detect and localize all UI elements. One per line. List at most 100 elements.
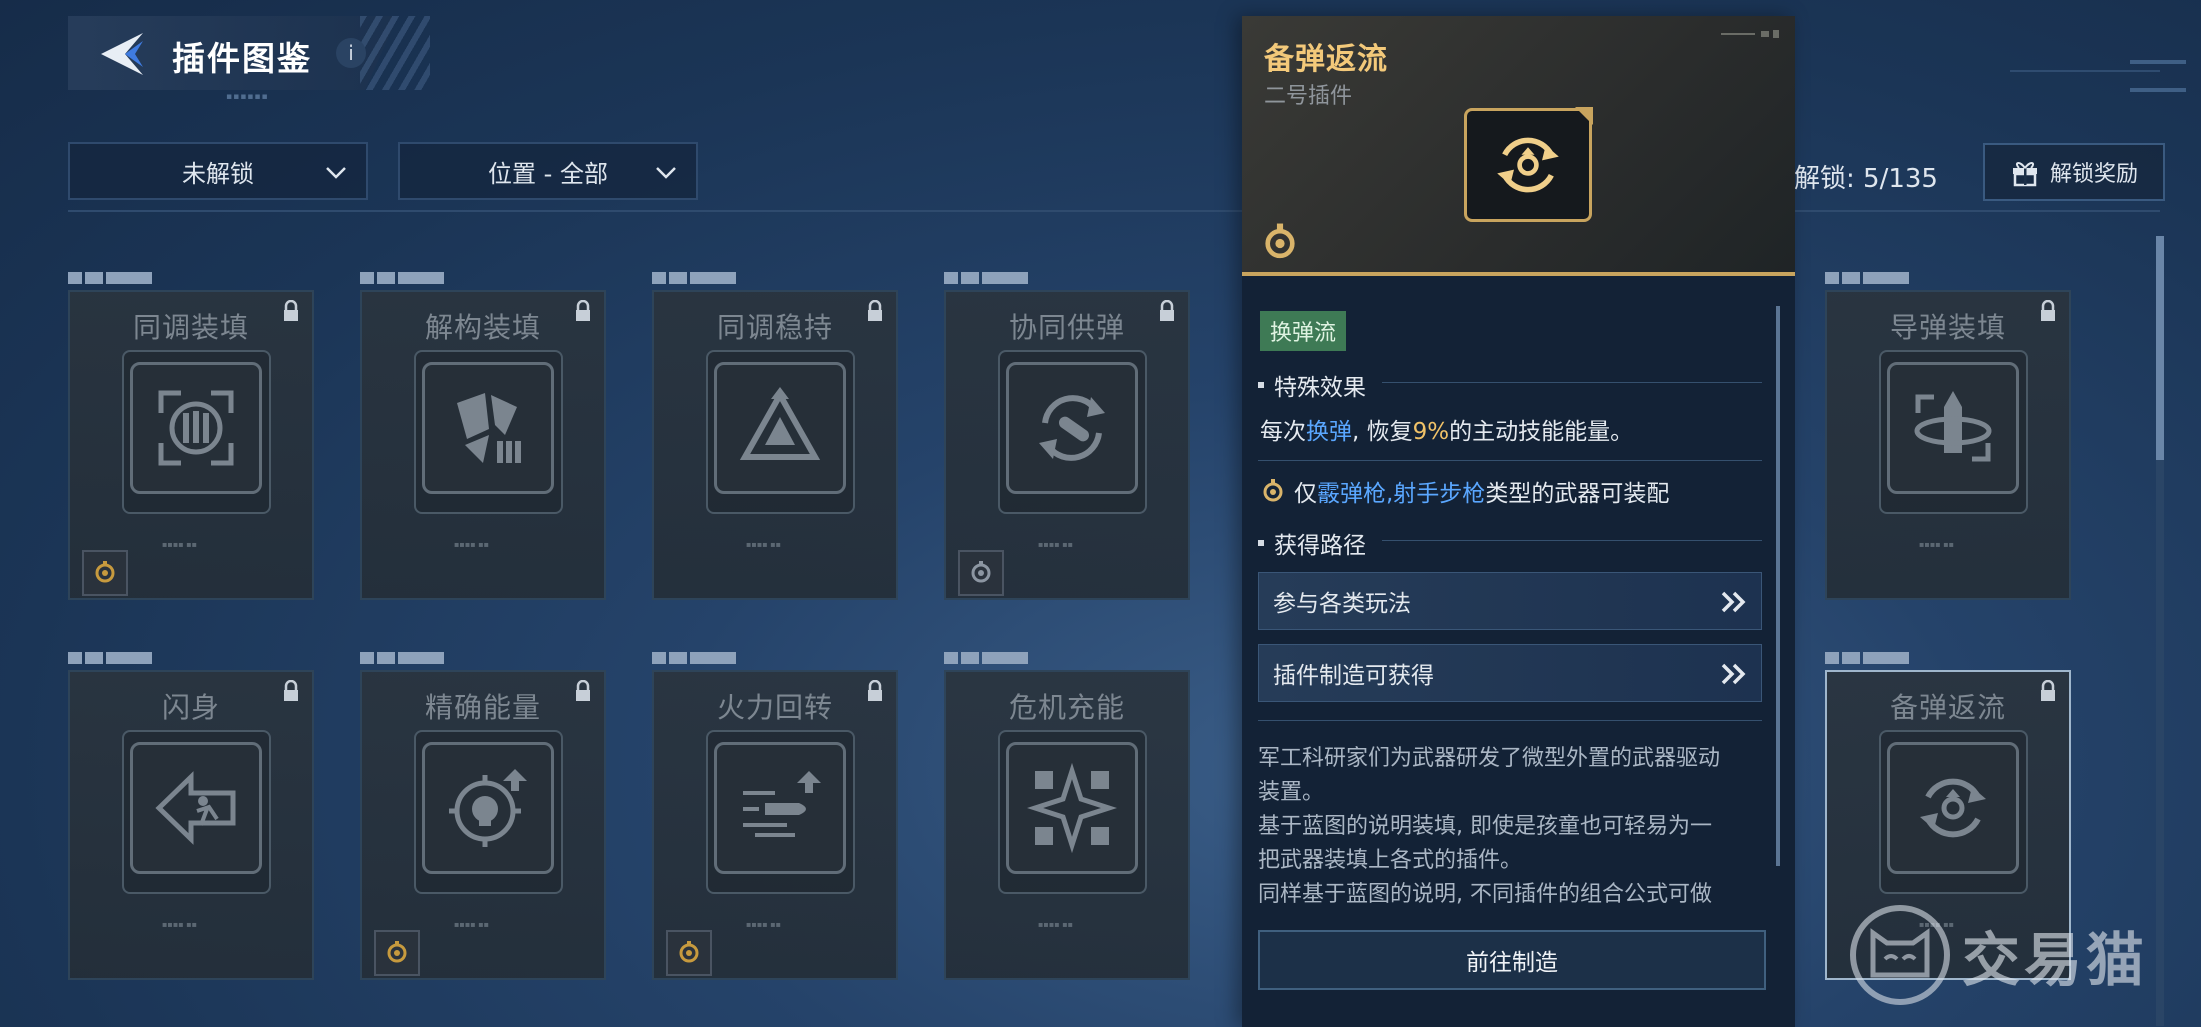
position-filter-value: 位置 - 全部 bbox=[488, 159, 608, 188]
card-tag bbox=[652, 650, 762, 666]
plugin-card[interactable]: 火力回转 ▪▪▪▪ ▪▪ bbox=[652, 670, 898, 980]
badge-icon bbox=[387, 941, 407, 963]
broken-shield-ammo-icon bbox=[457, 393, 521, 463]
description-line: 把武器装填上各式的插件。 bbox=[1258, 848, 1523, 873]
filter-divider bbox=[68, 210, 2160, 212]
effect-text: 每次换弹, 恢复9%的主动技能能量。 bbox=[1260, 412, 1633, 446]
detail-plugin-icon bbox=[1464, 107, 1593, 222]
unlock-reward-label: 解锁奖励 bbox=[2049, 162, 2138, 187]
dash-runner-icon bbox=[155, 771, 236, 845]
card-tag bbox=[68, 270, 178, 286]
detail-subtitle: 二号插件 bbox=[1264, 84, 1353, 109]
section-divider bbox=[1382, 382, 1762, 383]
plugin-icon-box bbox=[130, 362, 262, 494]
description-line: 军工科研家们为武器研发了微型外置的武器驱动 bbox=[1258, 746, 1721, 771]
plugin-name: 火力回转 bbox=[716, 691, 833, 724]
lock-icon bbox=[576, 300, 590, 321]
section-heading: 获得路径 bbox=[1274, 533, 1366, 559]
double-chevron-right-icon bbox=[1721, 663, 1746, 685]
plugin-card[interactable]: 导弹装填 ▪▪▪▪ ▪▪ bbox=[1825, 290, 2071, 600]
plugin-card[interactable]: 闪身 ▪▪▪▪ ▪▪ bbox=[68, 670, 314, 980]
plugin-icon-box bbox=[1006, 742, 1138, 874]
route-gameplay[interactable]: 参与各类玩法 bbox=[1258, 572, 1762, 630]
plugin-card[interactable]: 同调装填 ▪▪▪▪ ▪▪ bbox=[68, 290, 314, 600]
route-crafting[interactable]: 插件制造可获得 bbox=[1258, 644, 1762, 702]
effect-text-part: 每次 bbox=[1260, 419, 1306, 445]
missile-reload-icon bbox=[1914, 391, 1992, 462]
route-label: 插件制造可获得 bbox=[1273, 663, 1434, 689]
plugin-code: ▪▪▪▪ ▪▪ bbox=[162, 540, 198, 549]
lock-icon bbox=[1160, 300, 1174, 321]
card-tag bbox=[68, 650, 178, 666]
plugin-icon-box bbox=[422, 742, 554, 874]
effect-highlight-percent: 9% bbox=[1412, 419, 1450, 445]
plugin-detail-panel: 备弹返流 二号插件 换弹流 特殊效果 每次换弹, 恢复9%的主动技能能量。 仅霰… bbox=[1242, 16, 1795, 1027]
back-arrow-icon bbox=[101, 33, 143, 75]
description-line: 基于蓝图的说明装填, 即使是孩童也可轻易为一 bbox=[1258, 814, 1712, 839]
weapon-restriction: 仅霰弹枪,射手步枪类型的武器可装配 bbox=[1260, 474, 1669, 508]
route-label: 参与各类玩法 bbox=[1273, 591, 1411, 617]
plugin-code: ▪▪▪▪ ▪▪ bbox=[746, 540, 782, 549]
section-heading: 特殊效果 bbox=[1274, 375, 1366, 401]
weapon-badge-icon bbox=[1263, 479, 1283, 502]
card-tag bbox=[944, 270, 1054, 286]
corner-deco bbox=[2130, 88, 2186, 92]
position-filter-dropdown[interactable]: 位置 - 全部 bbox=[398, 142, 698, 200]
plugin-name: 闪身 bbox=[161, 691, 220, 724]
back-button[interactable] bbox=[92, 28, 148, 80]
plugin-icon-box bbox=[1006, 362, 1138, 494]
double-chevron-right-icon bbox=[1721, 591, 1746, 613]
card-tag bbox=[360, 650, 470, 666]
bullet-target-icon bbox=[158, 390, 234, 466]
gift-icon bbox=[2012, 162, 2037, 187]
slot-badge-icon bbox=[1265, 223, 1295, 259]
detail-header: 备弹返流 二号插件 bbox=[1242, 16, 1795, 274]
plugin-code: ▪▪▪▪ ▪▪ bbox=[1919, 540, 1955, 549]
card-tag bbox=[944, 650, 1054, 666]
lock-icon bbox=[284, 680, 298, 701]
restriction-text-part: 类型的武器可装配 bbox=[1485, 481, 1670, 507]
crisis-star-icon bbox=[1027, 763, 1117, 853]
watermark-text: 交易猫 bbox=[1962, 926, 2149, 994]
section-divider bbox=[1258, 720, 1762, 721]
plugin-name: 协同供弹 bbox=[1008, 311, 1125, 344]
plugin-card[interactable]: 精确能量 ▪▪▪▪ ▪▪ bbox=[360, 670, 606, 980]
plugin-name: 同调装填 bbox=[132, 311, 249, 344]
section-divider bbox=[1258, 460, 1762, 461]
plugin-code: ▪▪▪▪ ▪▪ bbox=[746, 920, 782, 929]
description-line: 装置。 bbox=[1258, 780, 1325, 805]
weapon-type-badge bbox=[374, 930, 420, 976]
plugin-icon-box bbox=[714, 742, 846, 874]
restriction-weapons: 霰弹枪,射手步枪 bbox=[1317, 481, 1486, 507]
flow-tag: 换弹流 bbox=[1260, 311, 1347, 351]
page-title: 插件图鉴 bbox=[172, 39, 312, 78]
corner-deco-line bbox=[2010, 70, 2160, 72]
lock-icon bbox=[868, 300, 882, 321]
grid-scrollbar[interactable] bbox=[2156, 236, 2164, 460]
lock-icon bbox=[2041, 300, 2055, 321]
plugin-card[interactable]: 解构装填 ▪▪▪▪ ▪▪ bbox=[360, 290, 606, 600]
restriction-text-part: 仅 bbox=[1294, 481, 1317, 507]
lock-icon bbox=[868, 680, 882, 701]
unlock-reward-button[interactable]: 解锁奖励 bbox=[1983, 143, 2165, 201]
plugin-card[interactable]: 危机充能 ▪▪▪▪ ▪▪ bbox=[944, 670, 1190, 980]
effect-text-part: , 恢复 bbox=[1352, 419, 1413, 445]
plugin-icon-box bbox=[714, 362, 846, 494]
plugin-icon-box bbox=[422, 362, 554, 494]
detail-scrollbar[interactable] bbox=[1776, 306, 1780, 866]
section-source: 获得路径 bbox=[1258, 526, 1366, 560]
plugin-card[interactable]: 协同供弹 ▪▪▪▪ ▪▪ bbox=[944, 290, 1190, 600]
skull-crosshair-icon bbox=[449, 769, 527, 847]
plugin-card[interactable]: 同调稳持 ▪▪▪▪ ▪▪ bbox=[652, 290, 898, 600]
info-icon[interactable]: i bbox=[336, 38, 366, 68]
plugin-icon-box bbox=[1887, 742, 2019, 874]
badge-icon bbox=[679, 941, 699, 963]
section-divider bbox=[1382, 540, 1762, 541]
description-line: 同样基于蓝图的说明, 不同插件的组合公式可做 bbox=[1258, 882, 1712, 907]
plugin-description: 军工科研家们为武器研发了微型外置的武器驱动 装置。 基于蓝图的说明装填, 即使是… bbox=[1258, 742, 1764, 922]
plugin-name: 精确能量 bbox=[424, 691, 541, 724]
status-filter-dropdown[interactable]: 未解锁 bbox=[68, 142, 368, 200]
detail-title: 备弹返流 bbox=[1264, 42, 1388, 77]
goto-craft-button[interactable]: 前往制造 bbox=[1258, 930, 1766, 990]
plugin-code: ▪▪▪▪ ▪▪ bbox=[1038, 920, 1074, 929]
